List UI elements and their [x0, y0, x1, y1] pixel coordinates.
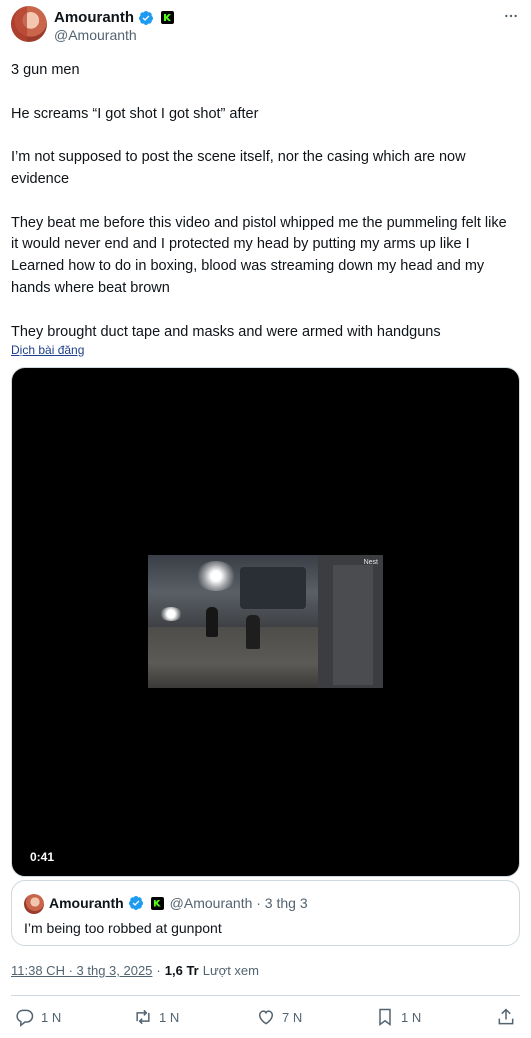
reply-button[interactable]: 1 N — [15, 1007, 61, 1027]
meta-separator: · — [156, 963, 161, 978]
quoted-tweet[interactable]: Amouranth @Amouranth · 3 thg 3 I’m being… — [11, 880, 520, 946]
video-duration: 0:41 — [30, 850, 55, 864]
tweet-paragraph: They beat me before this video and pisto… — [11, 214, 507, 296]
author-handle[interactable]: @Amouranth — [54, 27, 137, 43]
tweet-header: Amouranth @Amouranth — [11, 6, 521, 46]
kick-affiliate-icon — [150, 896, 164, 910]
tweet-paragraph: He screams “I got shot I got shot” after — [11, 105, 259, 122]
quoted-tweet-text: I’m being too robbed at gunpont — [24, 920, 222, 936]
reply-icon — [16, 1009, 34, 1027]
tweet-paragraph: They brought duct tape and masks and wer… — [11, 323, 441, 340]
translate-post-link[interactable]: Dịch bài đăng — [11, 343, 84, 357]
verified-badge-icon — [128, 896, 143, 910]
verified-badge-icon — [139, 10, 153, 25]
bookmark-button[interactable]: 1 N — [375, 1007, 421, 1027]
heart-icon — [258, 1010, 274, 1025]
bookmark-icon — [379, 1008, 391, 1026]
more-options-icon[interactable] — [503, 8, 519, 24]
quoted-author-name: Amouranth — [49, 895, 124, 911]
share-button[interactable] — [496, 1007, 516, 1027]
camera-watermark: Nest — [363, 559, 378, 566]
quoted-tweet-header: Amouranth @Amouranth · 3 thg 3 — [49, 895, 308, 911]
author-display-name[interactable]: Amouranth — [54, 9, 134, 26]
quoted-author-avatar — [24, 894, 44, 914]
like-button[interactable]: 7 N — [256, 1007, 302, 1027]
share-icon — [498, 1008, 514, 1025]
repost-button[interactable]: 1 N — [133, 1007, 179, 1027]
tweet-meta: 11:38 CH · 3 thg 3, 2025 · 1,6 Tr Lượt x… — [11, 963, 259, 978]
reply-count: 1 N — [41, 1009, 62, 1025]
tweet-paragraph: I’m not supposed to post the scene itsel… — [11, 149, 466, 187]
like-count: 7 N — [282, 1009, 303, 1025]
views-count: 1,6 Tr — [164, 963, 199, 978]
repost-icon — [136, 1009, 150, 1025]
author-avatar[interactable] — [11, 6, 47, 42]
tweet-text: 3 gun men He screams “I got shot I got s… — [11, 60, 516, 343]
action-bar: 1 N 1 N 7 N 1 N — [11, 1007, 520, 1029]
video-player[interactable]: Nest 0:41 — [11, 367, 520, 877]
quoted-handle-date: @Amouranth · 3 thg 3 — [169, 895, 308, 911]
kick-affiliate-icon[interactable] — [161, 11, 174, 24]
tweet-timestamp[interactable]: 11:38 CH · 3 thg 3, 2025 — [11, 963, 152, 978]
bookmark-count: 1 N — [401, 1009, 422, 1025]
author-name-row: Amouranth — [54, 9, 174, 26]
divider — [11, 995, 520, 996]
views-label: Lượt xem — [202, 963, 259, 978]
video-frame: Nest — [148, 555, 383, 688]
repost-count: 1 N — [159, 1009, 180, 1025]
tweet-paragraph: 3 gun men — [11, 62, 80, 78]
